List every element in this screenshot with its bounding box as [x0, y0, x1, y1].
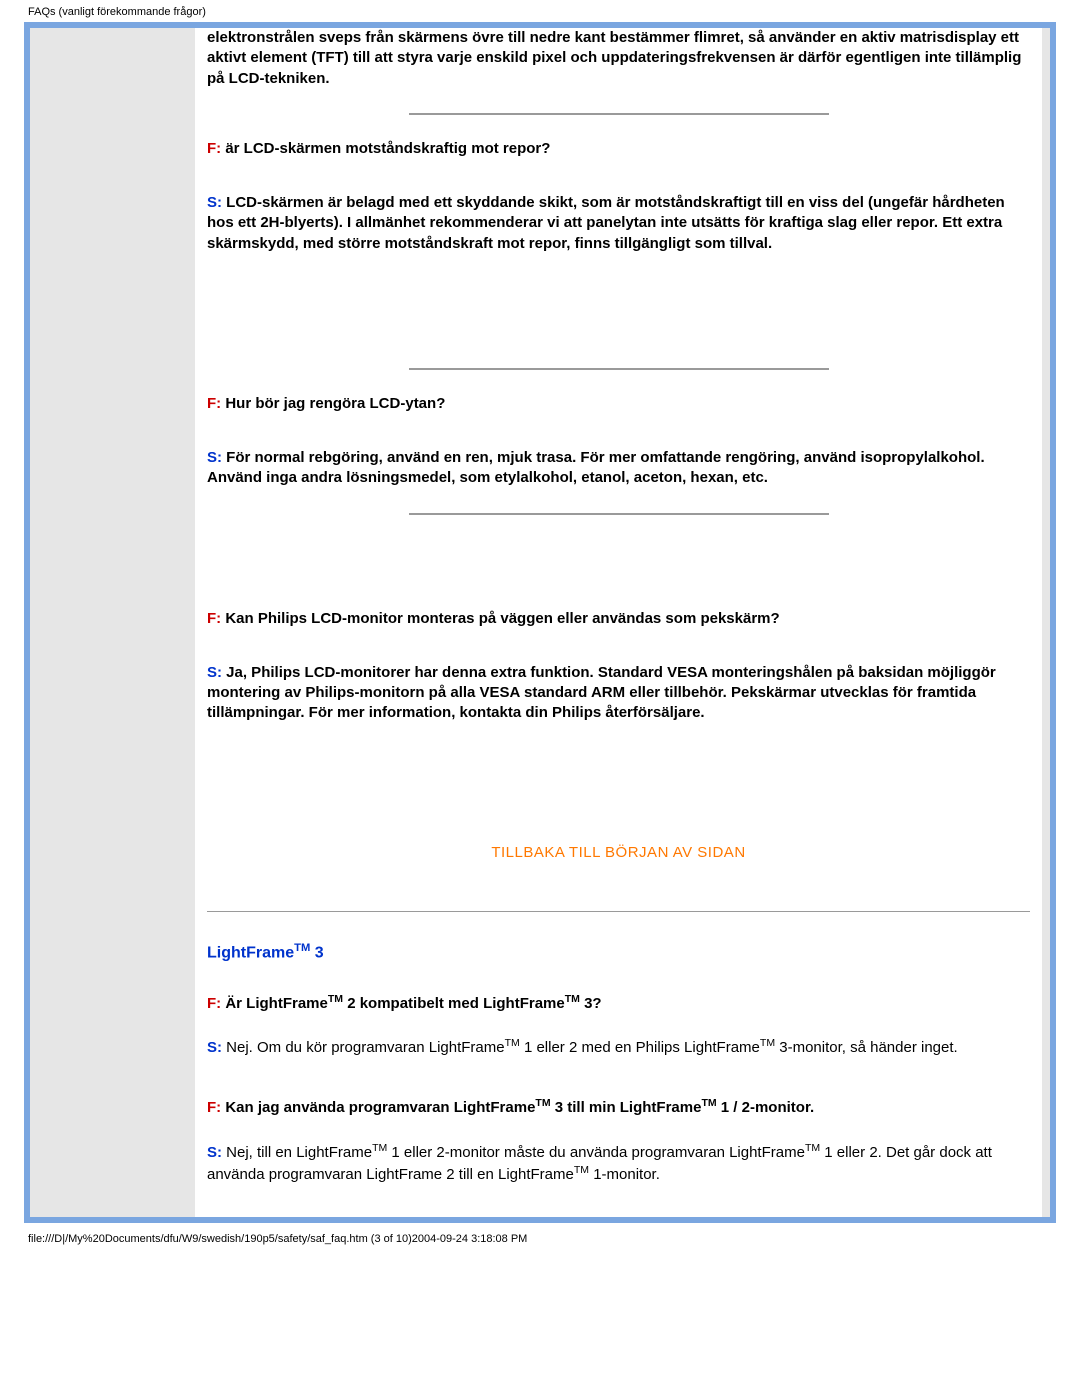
page-header-path: FAQs (vanligt förekommande frågor)	[0, 0, 1080, 22]
content-area: elektronstrålen sveps från skärmens övre…	[195, 28, 1042, 1217]
faq-answer: S: Nej. Om du kör programvaran LightFram…	[207, 1036, 1030, 1058]
section-title-suffix: 3	[310, 944, 323, 961]
back-to-top-link[interactable]: TILLBAKA TILL BÖRJAN AV SIDAN	[207, 844, 1030, 861]
question-label: F:	[207, 140, 221, 157]
answer-text-part: 1 eller 2-monitor måste du använda progr…	[387, 1144, 805, 1161]
question-label: F:	[207, 395, 221, 412]
trademark-symbol: TM	[574, 1164, 589, 1176]
question-label: F:	[207, 995, 221, 1012]
question-text-part: Kan jag använda programvaran LightFrame	[221, 1099, 535, 1116]
trademark-symbol: TM	[760, 1037, 775, 1049]
question-text-part: 3 till min LightFrame	[551, 1099, 702, 1116]
answer-label: S:	[207, 1144, 222, 1161]
divider	[409, 113, 829, 115]
faq-question: F: är LCD-skärmen motståndskraftig mot r…	[207, 139, 1030, 159]
section-title-lightframe: LightFrameTM 3	[207, 942, 1030, 962]
page-footer-path: file:///D|/My%20Documents/dfu/W9/swedish…	[0, 1229, 1080, 1255]
faq-answer: S: Ja, Philips LCD-monitorer har denna e…	[207, 663, 1030, 724]
trademark-symbol: TM	[328, 993, 343, 1005]
answer-text: För normal rebgöring, använd en ren, mju…	[207, 449, 985, 486]
outer-frame: elektronstrålen sveps från skärmens övre…	[24, 22, 1056, 1223]
faq-question: F: Kan jag använda programvaran LightFra…	[207, 1096, 1030, 1118]
faq-question: F: Hur bör jag rengöra LCD-ytan?	[207, 394, 1030, 414]
trademark-symbol: TM	[535, 1097, 550, 1109]
section-divider	[207, 911, 1030, 912]
question-text-part: 3?	[580, 995, 602, 1012]
left-gutter	[30, 28, 195, 1217]
answer-text-part: 1 eller 2 med en Philips LightFrame	[520, 1039, 760, 1056]
answer-label: S:	[207, 449, 222, 466]
trademark-symbol: TM	[505, 1037, 520, 1049]
trademark-symbol: TM	[701, 1097, 716, 1109]
faq-item: F: Hur bör jag rengöra LCD-ytan? S: För …	[207, 394, 1030, 489]
question-label: F:	[207, 610, 221, 627]
intro-continuation-text: elektronstrålen sveps från skärmens övre…	[207, 28, 1030, 89]
question-text-part: 1 / 2-monitor.	[717, 1099, 815, 1116]
faq-item: F: Kan Philips LCD-monitor monteras på v…	[207, 609, 1030, 724]
divider	[409, 368, 829, 370]
inner-frame: elektronstrålen sveps från skärmens övre…	[30, 28, 1050, 1217]
answer-text-part: Nej, till en LightFrame	[222, 1144, 372, 1161]
question-text-part: 2 kompatibelt med LightFrame	[343, 995, 565, 1012]
faq-item: F: Kan jag använda programvaran LightFra…	[207, 1096, 1030, 1185]
answer-text: LCD-skärmen är belagd med ett skyddande …	[207, 194, 1005, 252]
faq-item: F: är LCD-skärmen motståndskraftig mot r…	[207, 139, 1030, 254]
question-label: F:	[207, 1099, 221, 1116]
question-text-part: Är LightFrame	[221, 995, 328, 1012]
answer-label: S:	[207, 194, 222, 211]
trademark-symbol: TM	[565, 993, 580, 1005]
faq-item: F: Är LightFrameTM 2 kompatibelt med Lig…	[207, 992, 1030, 1059]
faq-question: F: Är LightFrameTM 2 kompatibelt med Lig…	[207, 992, 1030, 1014]
faq-answer: S: För normal rebgöring, använd en ren, …	[207, 448, 1030, 489]
faq-answer: S: LCD-skärmen är belagd med ett skyddan…	[207, 193, 1030, 254]
section-title-base: LightFrame	[207, 944, 294, 961]
faq-answer: S: Nej, till en LightFrameTM 1 eller 2-m…	[207, 1141, 1030, 1186]
trademark-symbol: TM	[294, 942, 310, 954]
trademark-symbol: TM	[372, 1142, 387, 1154]
divider	[409, 513, 829, 515]
question-text: Hur bör jag rengöra LCD-ytan?	[221, 395, 445, 412]
answer-text-part: 1-monitor.	[589, 1166, 660, 1183]
faq-question: F: Kan Philips LCD-monitor monteras på v…	[207, 609, 1030, 629]
answer-text-part: 3-monitor, så händer inget.	[775, 1039, 958, 1056]
answer-text-part: Nej. Om du kör programvaran LightFrame	[222, 1039, 505, 1056]
question-text: är LCD-skärmen motståndskraftig mot repo…	[221, 140, 550, 157]
answer-label: S:	[207, 1039, 222, 1056]
trademark-symbol: TM	[805, 1142, 820, 1154]
answer-text: Ja, Philips LCD-monitorer har denna extr…	[207, 664, 996, 722]
right-gutter	[1042, 28, 1050, 1217]
answer-label: S:	[207, 664, 222, 681]
question-text: Kan Philips LCD-monitor monteras på vägg…	[221, 610, 780, 627]
